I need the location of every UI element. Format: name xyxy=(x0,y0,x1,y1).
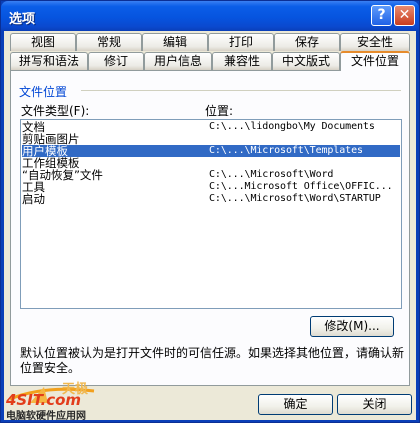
ok-button[interactable]: 确定 xyxy=(258,394,333,415)
list-item[interactable]: 启动 C:\...\Microsoft\Word\STARTUP xyxy=(22,193,400,205)
window-title: 选项 xyxy=(9,12,36,27)
list-item[interactable]: 工具 C:\...Microsoft Office\OFFIC... xyxy=(22,181,400,193)
options-dialog: 选项 ? ✕ 视图 常规 编辑 打印 保存 安全性 拼写和语法 修订 用户信息 … xyxy=(0,0,420,423)
tab-chinese-layout[interactable]: 中文版式 xyxy=(272,52,340,70)
modify-button[interactable]: 修改(M)... xyxy=(310,316,394,337)
tab-security[interactable]: 安全性 xyxy=(340,33,410,51)
list-item-path: C:\...Microsoft Office\OFFIC... xyxy=(209,181,393,192)
list-item[interactable]: “自动恢复”文件 C:\...\Microsoft\Word xyxy=(22,169,400,181)
file-locations-panel: 文件位置 文件类型(F): 位置: 文档 C:\...\lidongbo\My … xyxy=(10,70,410,386)
list-item-path: C:\...\lidongbo\My Documents xyxy=(209,121,375,132)
close-button[interactable]: 关闭 xyxy=(337,394,412,415)
list-item-path: C:\...\Microsoft\Templates xyxy=(209,145,363,156)
file-locations-list[interactable]: 文档 C:\...\lidongbo\My Documents 剪贴画图片 用户… xyxy=(20,119,402,309)
list-item-path: C:\...\Microsoft\Word xyxy=(209,169,334,180)
tab-compatibility[interactable]: 兼容性 xyxy=(212,52,272,70)
tab-spelling-grammar[interactable]: 拼写和语法 xyxy=(10,52,88,70)
title-bar[interactable]: 选项 ? ✕ xyxy=(1,1,419,31)
tab-print[interactable]: 打印 xyxy=(208,33,274,51)
description-text: 默认位置被认为是打开文件时的可信任源。如果选择其他位置，请确认新位置安全。 xyxy=(20,346,405,375)
tab-file-locations[interactable]: 文件位置 xyxy=(340,51,410,71)
section-title: 文件位置 xyxy=(19,85,68,99)
tab-edit[interactable]: 编辑 xyxy=(142,33,208,51)
list-item-type: 启动 xyxy=(22,192,45,206)
watermark-caption: 电脑软硬件应用网 xyxy=(6,411,86,422)
tab-save[interactable]: 保存 xyxy=(274,33,340,51)
tab-view[interactable]: 视图 xyxy=(10,33,76,51)
tab-track-changes[interactable]: 修订 xyxy=(88,52,144,70)
watermark-logo: 天极 4SIT.com 电脑软硬件应用网 xyxy=(4,381,124,422)
help-button[interactable]: ? xyxy=(371,5,392,26)
list-item-path: C:\...\Microsoft\Word\STARTUP xyxy=(209,193,381,204)
tab-user-info[interactable]: 用户信息 xyxy=(144,52,212,70)
location-column-header: 位置: xyxy=(205,104,234,118)
dialog-client-area: 视图 常规 编辑 打印 保存 安全性 拼写和语法 修订 用户信息 兼容性 中文版… xyxy=(4,31,416,422)
close-window-button[interactable]: ✕ xyxy=(394,5,415,26)
tab-general[interactable]: 常规 xyxy=(76,33,142,51)
file-type-column-header: 文件类型(F): xyxy=(21,104,90,118)
section-divider xyxy=(81,90,401,91)
list-item[interactable]: 剪贴画图片 xyxy=(22,133,400,145)
